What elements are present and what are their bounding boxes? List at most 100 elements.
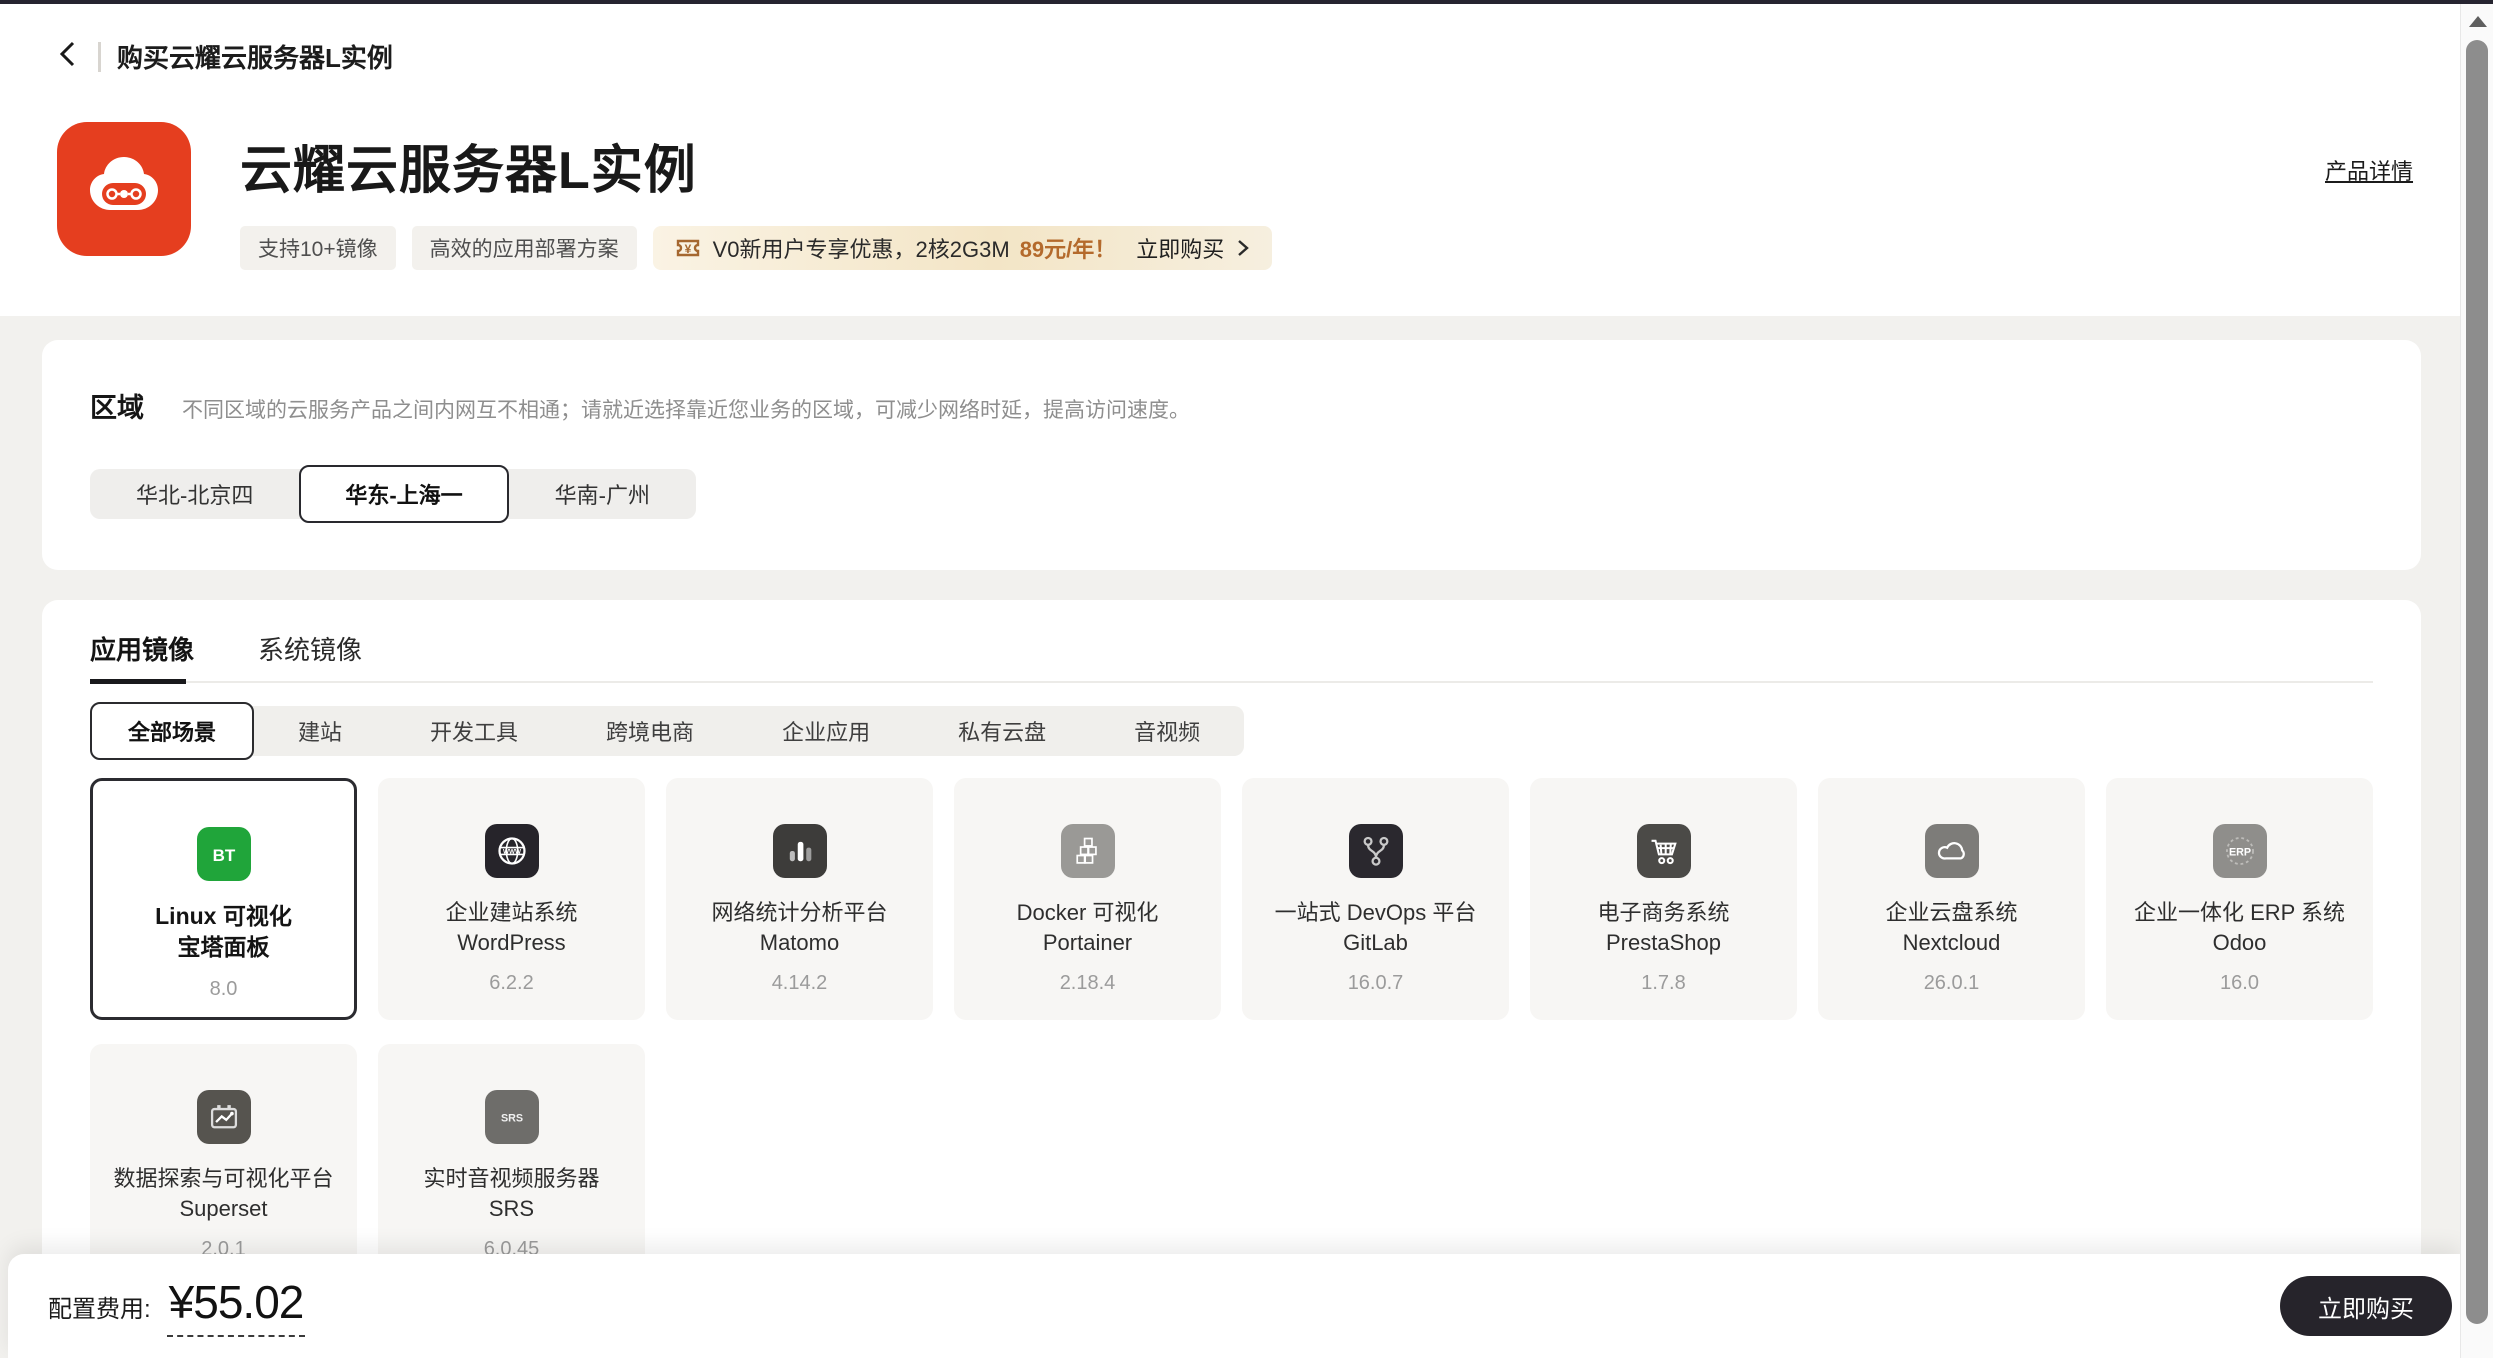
promo-price: 89元/年！ <box>1019 237 1117 262</box>
region-option-1[interactable]: 华北-北京四 <box>90 469 299 519</box>
filter-pill-2[interactable]: 建站 <box>254 706 386 756</box>
image-card-1[interactable]: BT Linux 可视化 宝塔面板 8.0 <box>90 778 357 1020</box>
matomo-icon <box>772 824 827 878</box>
image-card-version: 6.2.2 <box>489 972 534 995</box>
image-card-name-line: GitLab <box>1343 929 1408 955</box>
image-card-name-line: Portainer <box>1042 929 1133 955</box>
image-card-name: 数据探索与可视化平台 Superset <box>113 1164 333 1223</box>
image-tabs: 应用镜像 系统镜像 <box>90 633 2373 667</box>
image-card-name: 企业一体化 ERP 系统 Odoo <box>2134 898 2345 957</box>
image-card-10[interactable]: SRS 实时音视频服务器 SRS 6.0.45 <box>378 1044 645 1286</box>
buy-now-button[interactable]: 立即购买 <box>2280 1276 2452 1336</box>
image-card-5[interactable]: 一站式 DevOps 平台 GitLab 16.0.7 <box>1242 778 1509 1020</box>
image-card-version: 16.0 <box>2220 972 2259 995</box>
image-card-name-line: 网络统计分析平台 <box>711 900 888 925</box>
scroll-up-arrow-icon[interactable] <box>2469 16 2487 27</box>
image-card-name-line: 企业建站系统 <box>445 900 578 925</box>
image-card-name: Docker 可视化 Portainer <box>1017 898 1159 957</box>
image-card-9[interactable]: 数据探索与可视化平台 Superset 2.0.1 <box>90 1044 357 1286</box>
portainer-icon <box>1060 824 1115 878</box>
image-card-6[interactable]: 电子商务系统 PrestaShop 1.7.8 <box>1530 778 1797 1020</box>
image-card-name-line: Matomo <box>759 929 840 955</box>
image-card-8[interactable]: ERP 企业一体化 ERP 系统 Odoo 16.0 <box>2106 778 2373 1020</box>
image-panel: 应用镜像 系统镜像 全部场景 建站 开发工具 跨境电商 企业应用 私有云盘 音视频 BT Lin… <box>42 600 2421 1358</box>
region-heading: 区域 <box>90 393 144 423</box>
image-cards-grid: BT Linux 可视化 宝塔面板 8.0 WWW 企业建站系统 WordPress 6.2.… <box>90 778 2373 1286</box>
scrollbar-thumb[interactable] <box>2466 40 2488 1324</box>
svg-text:¥: ¥ <box>684 242 691 256</box>
image-card-name-line: 电子商务系统 <box>1597 900 1730 925</box>
scrollbar[interactable] <box>2460 4 2493 1358</box>
image-card-name: 企业云盘系统 Nextcloud <box>1885 898 2017 957</box>
product-logo <box>57 122 191 256</box>
region-description: 不同区域的云服务产品之间内网互不相通；请就近选择靠近您业务的区域，可减少网络时延… <box>182 399 1190 422</box>
product-tag-1: 支持10+镜像 <box>240 226 396 270</box>
image-card-name-line: 企业云盘系统 <box>1885 900 2018 925</box>
svg-text:SRS: SRS <box>500 1113 522 1125</box>
filter-pill-6[interactable]: 私有云盘 <box>914 706 1090 756</box>
filter-pill-1[interactable]: 全部场景 <box>90 702 255 760</box>
image-card-2[interactable]: WWW 企业建站系统 WordPress 6.2.2 <box>378 778 645 1020</box>
superset-icon <box>196 1090 251 1144</box>
tab-system-images[interactable]: 系统镜像 <box>258 633 362 667</box>
image-card-name-line: SRS <box>488 1195 535 1221</box>
tab-app-images[interactable]: 应用镜像 <box>90 633 194 667</box>
image-card-name-line: Nextcloud <box>1902 929 2001 955</box>
filter-pill-4[interactable]: 跨境电商 <box>562 706 738 756</box>
image-card-name-line: 一站式 DevOps 平台 <box>1274 900 1477 925</box>
back-button[interactable] <box>52 40 86 74</box>
prestashop-icon <box>1636 824 1691 878</box>
image-card-name-line: 实时音视频服务器 <box>423 1166 600 1191</box>
filter-pill-7[interactable]: 音视频 <box>1090 706 1244 756</box>
image-card-name: 实时音视频服务器 SRS <box>423 1164 599 1223</box>
image-card-version: 1.7.8 <box>1641 972 1686 995</box>
image-card-3[interactable]: 网络统计分析平台 Matomo 4.14.2 <box>666 778 933 1020</box>
image-card-7[interactable]: 企业云盘系统 Nextcloud 26.0.1 <box>1818 778 2085 1020</box>
product-name: 云耀云服务器L实例 <box>240 142 697 200</box>
tab-divider <box>90 679 2373 684</box>
config-cost-bar: 配置费用: ¥55.02 立即购买 <box>8 1254 2460 1358</box>
gitlab-icon <box>1348 824 1403 878</box>
promo-text: V0新用户专享优惠，2核2G3M <box>712 237 1010 262</box>
image-card-name: 电子商务系统 PrestaShop <box>1597 898 1729 957</box>
active-tab-indicator <box>90 679 186 684</box>
product-details-link[interactable]: 产品详情 <box>2325 154 2413 186</box>
baota-icon: BT <box>196 827 251 881</box>
image-card-version: 16.0.7 <box>1347 972 1404 995</box>
product-meta-row: 支持10+镜像 高效的应用部署方案 ¥ V0新用户专享优惠，2核2G3M 89元/… <box>240 226 1273 270</box>
image-card-name-line: WordPress <box>457 929 566 955</box>
region-option-3[interactable]: 华南-广州 <box>509 469 696 519</box>
cost-price: ¥55.02 <box>166 1275 306 1337</box>
srs-icon: SRS <box>484 1090 539 1144</box>
product-tags: 支持10+镜像 高效的应用部署方案 <box>240 226 637 270</box>
image-card-name-line: Superset <box>179 1195 268 1221</box>
image-card-name: 企业建站系统 WordPress <box>445 898 577 957</box>
back-chevron-icon <box>54 37 84 76</box>
image-card-name-line: Linux 可视化 <box>155 903 292 929</box>
image-card-version: 2.18.4 <box>1059 972 1116 995</box>
nav-divider <box>98 41 101 72</box>
region-panel: 区域 不同区域的云服务产品之间内网互不相通；请就近选择靠近您业务的区域，可减少网… <box>42 340 2421 570</box>
page-title: 购买云耀云服务器L实例 <box>117 43 393 73</box>
image-card-name: Linux 可视化 宝塔面板 <box>155 901 292 963</box>
region-header: 区域 不同区域的云服务产品之间内网互不相通；请就近选择靠近您业务的区域，可减少网… <box>90 386 2373 425</box>
nextcloud-icon <box>1924 824 1979 878</box>
window-top-strip <box>0 0 2493 4</box>
coupon-icon: ¥ <box>673 233 703 263</box>
filter-pill-5[interactable]: 企业应用 <box>738 706 914 756</box>
image-card-name-line: PrestaShop <box>1606 929 1721 955</box>
image-card-name-line: 数据探索与可视化平台 <box>113 1166 334 1191</box>
cost-label: 配置费用: <box>48 1295 151 1323</box>
cloud-server-icon <box>76 139 172 240</box>
image-card-version: 8.0 <box>209 978 238 1001</box>
image-card-version: 4.14.2 <box>771 972 828 995</box>
page-header: 购买云耀云服务器L实例 云耀云服务器L实例 支持10+镜像 高效的应用部署方案 ¥ <box>0 4 2493 316</box>
promo-banner[interactable]: ¥ V0新用户专享优惠，2核2G3M 89元/年！ 立即购买 <box>652 226 1273 270</box>
filter-pill-3[interactable]: 开发工具 <box>386 706 562 756</box>
image-card-name-line: Odoo <box>2212 929 2267 955</box>
product-tag-2: 高效的应用部署方案 <box>411 226 637 270</box>
region-option-2[interactable]: 华东-上海一 <box>299 465 509 523</box>
image-card-name-line: Docker 可视化 <box>1016 900 1159 925</box>
promo-buy-link[interactable]: 立即购买 <box>1136 232 1224 264</box>
image-card-4[interactable]: Docker 可视化 Portainer 2.18.4 <box>954 778 1221 1020</box>
